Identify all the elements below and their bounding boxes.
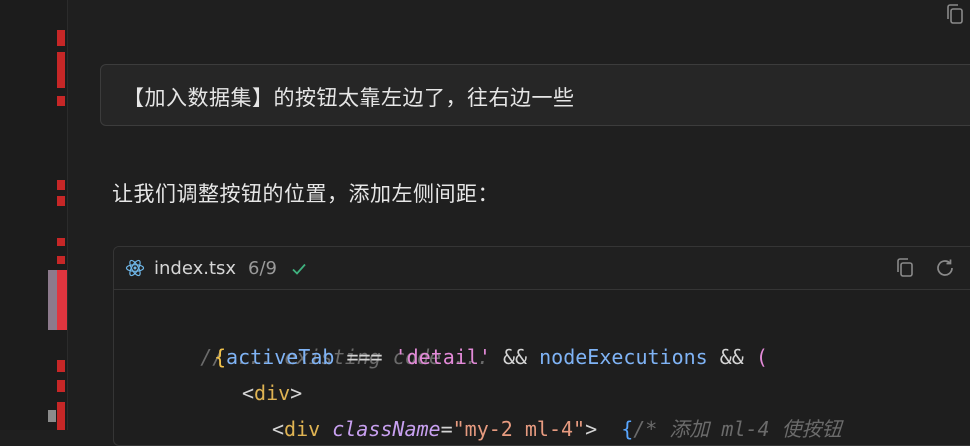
code-comment: /* 添加 ml-4 使按钮 (633, 417, 842, 441)
code-edit-progress: 6/9 (248, 258, 277, 279)
code-token: activeTab (226, 345, 335, 369)
code-token: nodeExecutions (539, 345, 708, 369)
gutter-change-marker (48, 410, 56, 422)
gutter-change-marker (57, 256, 65, 264)
react-icon (125, 258, 145, 278)
code-line: {activeTab === 'detail' && nodeExecution… (214, 339, 768, 375)
gutter-change-marker (57, 270, 67, 330)
gutter-divider (67, 0, 68, 430)
check-icon (290, 260, 308, 278)
code-token: div (254, 381, 291, 405)
gutter-change-marker (57, 360, 65, 372)
copy-icon[interactable] (944, 3, 966, 27)
code-token: < (242, 381, 255, 405)
gutter-change-marker (57, 402, 65, 430)
assistant-message: 让我们调整按钮的位置，添加左侧间距： (112, 182, 499, 206)
code-block-header: index.tsx 6/9 (114, 247, 970, 290)
code-token: { (597, 417, 634, 441)
gutter-change-marker (57, 238, 65, 246)
code-token: && (490, 345, 540, 369)
code-block: index.tsx 6/9 // ... existing code ... {… (113, 246, 970, 446)
gutter-change-marker (57, 52, 65, 88)
code-token: "my-2 ml-4" (452, 417, 586, 441)
code-line: <div className="my-2 ml-4"> {/* 添加 ml-4 … (272, 411, 842, 445)
code-token: 'detail' (394, 345, 491, 369)
code-token: = (440, 417, 453, 441)
gutter-change-marker (57, 96, 65, 106)
gutter-change-marker (57, 196, 65, 206)
code-token: ( (755, 345, 768, 369)
code-file-name[interactable]: index.tsx (154, 258, 236, 279)
gutter-change-marker (57, 30, 65, 46)
code-token: && (707, 345, 756, 369)
gutter-change-marker (57, 380, 65, 392)
code-token: < (272, 417, 285, 441)
code-token: { (214, 345, 227, 369)
code-token: > (585, 417, 598, 441)
code-token: div (284, 417, 321, 441)
gutter-change-marker (57, 180, 65, 190)
user-message[interactable]: 【加入数据集】的按钮太靠左边了，往右边一些 (100, 64, 970, 126)
refresh-icon[interactable] (934, 257, 956, 279)
copy-code-icon[interactable] (894, 257, 916, 279)
code-token: className (320, 417, 441, 441)
code-token: > (290, 381, 303, 405)
user-message-text: 【加入数据集】的按钮太靠左边了，往右边一些 (123, 86, 575, 110)
code-token: === (334, 345, 395, 369)
code-line: <div> (242, 375, 302, 411)
